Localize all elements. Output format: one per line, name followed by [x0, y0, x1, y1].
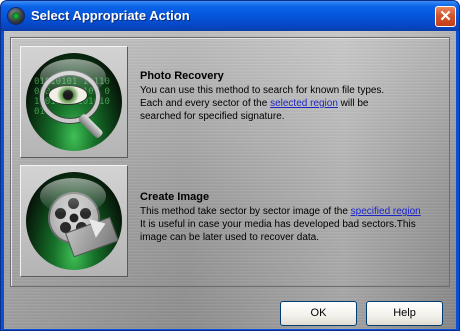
- photo-recovery-title: Photo Recovery: [140, 70, 224, 82]
- app-icon: [8, 8, 24, 24]
- selected-region-link[interactable]: selected region: [270, 98, 338, 109]
- close-button[interactable]: ✕: [435, 6, 456, 27]
- help-button[interactable]: Help: [366, 301, 443, 326]
- create-image-button[interactable]: [20, 165, 128, 277]
- title-bar[interactable]: Select Appropriate Action ✕: [1, 1, 459, 31]
- dialog-window: Select Appropriate Action ✕ 01010101 101…: [0, 0, 460, 331]
- photo-recovery-description: You can use this method to search for kn…: [140, 85, 385, 122]
- create-image-description: This method take sector by sector image …: [140, 206, 421, 243]
- dialog-client-area: 01010101 10110010 10010101 01001101 1010…: [4, 31, 456, 329]
- create-image-title: Create Image: [140, 191, 210, 203]
- specified-region-link[interactable]: specified region: [351, 206, 421, 217]
- magnifier-eye-icon: 01010101 10110010 10010101 01001101 1010…: [26, 53, 122, 151]
- photo-recovery-button[interactable]: 01010101 10110010 10010101 01001101 1010…: [20, 46, 128, 158]
- window-title: Select Appropriate Action: [31, 8, 190, 23]
- film-reel-icon: [26, 172, 122, 270]
- ok-button[interactable]: OK: [280, 301, 357, 326]
